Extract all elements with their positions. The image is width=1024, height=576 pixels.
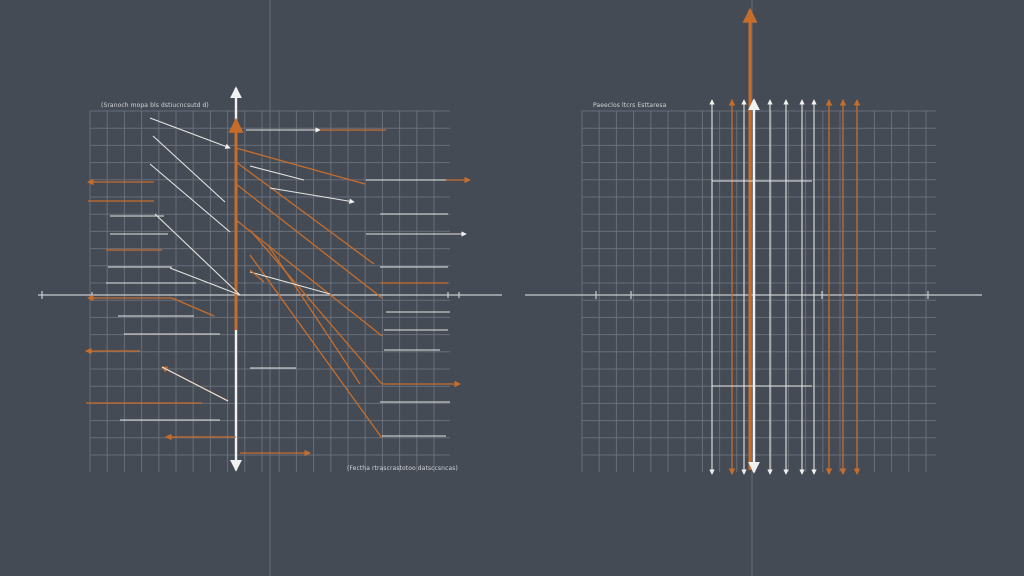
left-field-vector — [149, 117, 231, 149]
left-field-vector — [269, 187, 355, 204]
left-caption-top: (Sranoch mopa bls dstiucncsutd d) — [101, 102, 209, 109]
left-field-vector — [149, 163, 231, 233]
vector-field-diagram: (Sranoch mopa bls dstiucncsutd d) (Fecth… — [38, 0, 982, 576]
left-field-vector — [161, 366, 229, 402]
left-field-vector — [169, 267, 241, 296]
right-grid — [581, 110, 936, 472]
right-caption-top: Paeeclos ltcrs Esttaresa — [593, 102, 667, 109]
left-field-vector — [235, 219, 383, 337]
left-field-vector — [235, 183, 383, 299]
right-vector-field — [709, 7, 861, 475]
left-caption-bottom: (Fectha rtrascrastotoo datsccsncas) — [347, 465, 458, 472]
